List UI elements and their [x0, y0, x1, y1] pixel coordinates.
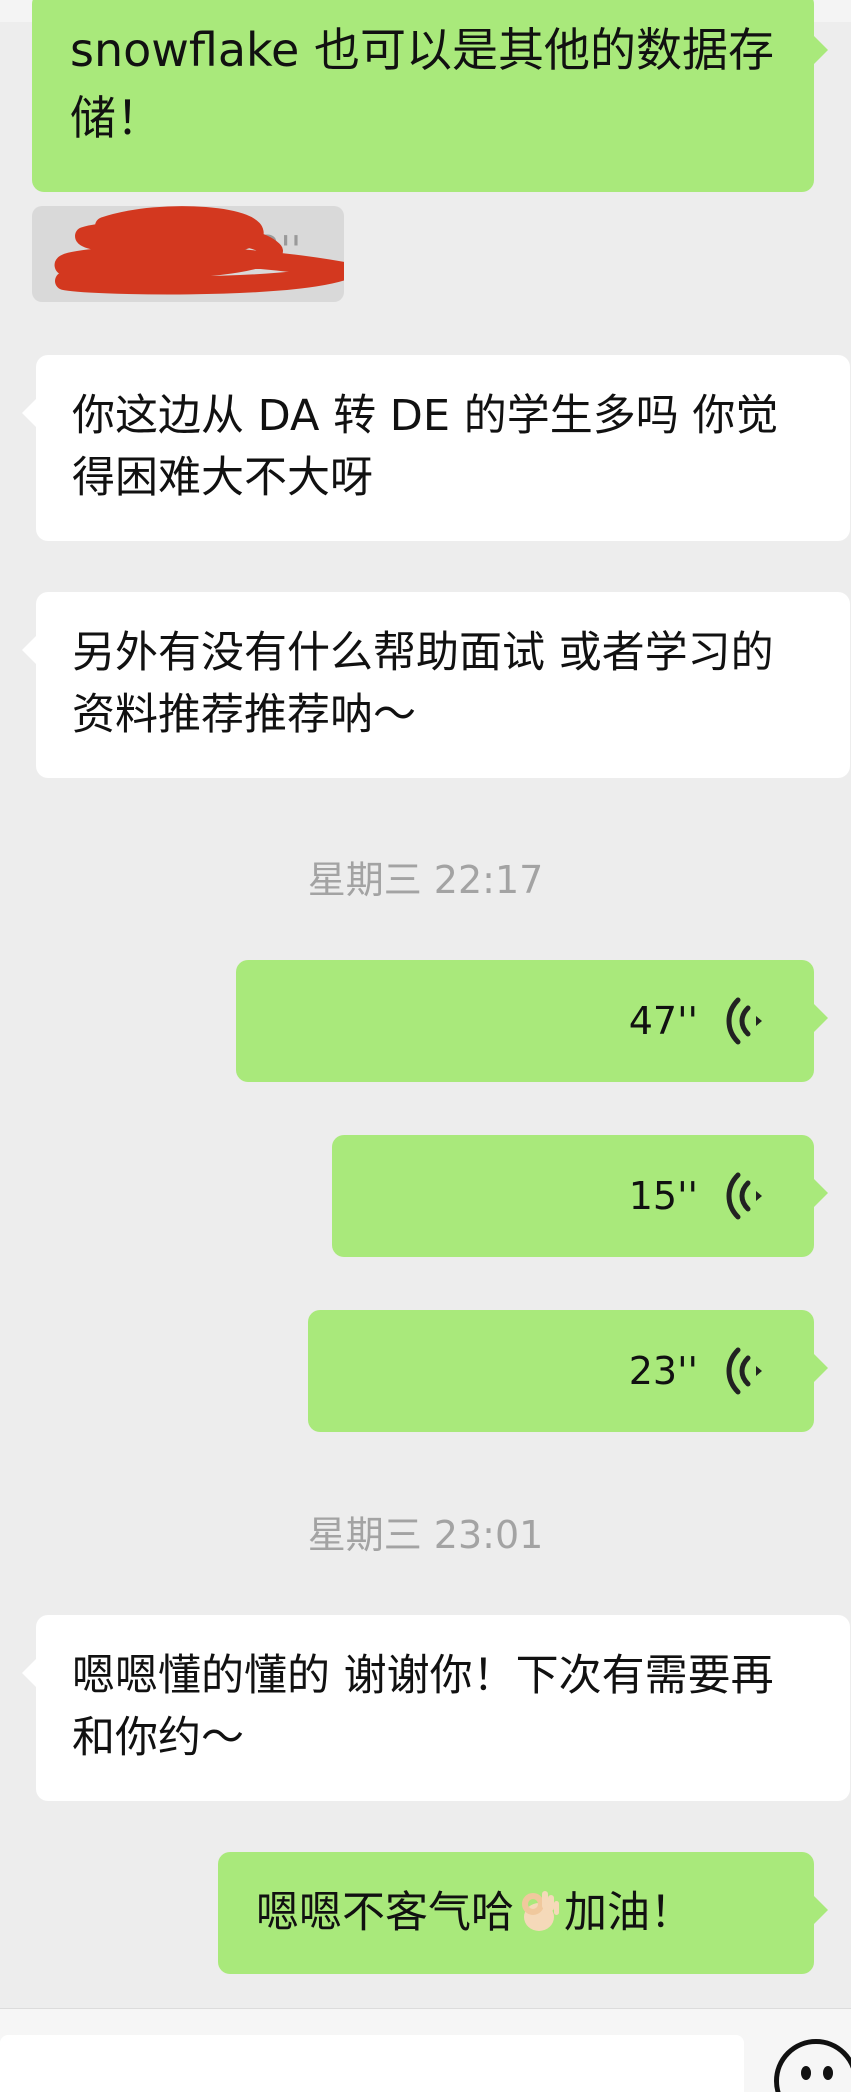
ok-hand-emoji-icon	[522, 1891, 559, 1931]
message-bubble-incoming[interactable]: 嗯嗯懂的懂的 谢谢你！下次有需要再和你约～	[22, 1615, 850, 1801]
message-text-part: 加油！	[564, 1888, 693, 1938]
voice-message[interactable]: 47''	[236, 960, 828, 1082]
message-text: 另外有没有什么帮助面试 或者学习的资料推荐推荐呐～	[72, 628, 774, 740]
voice-message[interactable]: 23''	[308, 1310, 828, 1432]
message-bubble-incoming[interactable]: 另外有没有什么帮助面试 或者学习的资料推荐推荐呐～	[22, 592, 850, 778]
message-text: 你这边从 DA 转 DE 的学生多吗 你觉得困难大不大呀	[72, 391, 779, 503]
emoji-icon[interactable]	[774, 2039, 851, 2092]
timestamp: 星期三 22:17	[307, 858, 544, 902]
message-text: 嗯嗯懂的懂的 谢谢你！下次有需要再和你约～	[72, 1651, 774, 1763]
voice-message[interactable]: 15''	[332, 1135, 828, 1257]
timestamp: 星期三 23:01	[307, 1513, 544, 1557]
redaction-scribble	[54, 206, 344, 295]
message-text: snowflake 也可以是其他的数据存储！	[70, 23, 774, 145]
message-text: 嗯嗯不客气哈 加油！	[218, 1852, 814, 1964]
message-bubble-outgoing[interactable]: 嗯嗯不客气哈 加油！	[218, 1852, 828, 1974]
quoted-message[interactable]: 12''	[32, 206, 344, 302]
voice-duration: 47''	[628, 999, 698, 1043]
voice-duration: 23''	[628, 1349, 698, 1393]
message-bubble-outgoing[interactable]: snowflake 也可以是其他的数据存储！	[32, 0, 828, 192]
message-bubble-incoming[interactable]: 你这边从 DA 转 DE 的学生多吗 你觉得困难大不大呀	[22, 355, 850, 541]
voice-wave-icon	[726, 997, 762, 1045]
voice-wave-icon	[726, 1347, 762, 1395]
voice-wave-icon	[726, 1172, 762, 1220]
message-input[interactable]	[0, 2035, 744, 2092]
input-bar	[0, 2008, 851, 2092]
emoji-eye	[823, 2066, 833, 2080]
message-text-part: 嗯嗯不客气哈	[256, 1888, 514, 1938]
voice-duration: 15''	[628, 1174, 698, 1218]
emoji-eye	[801, 2066, 811, 2080]
chat-window: snowflake 也可以是其他的数据存储！ 12'' 你这边从 DA 转 DE…	[0, 0, 851, 2092]
